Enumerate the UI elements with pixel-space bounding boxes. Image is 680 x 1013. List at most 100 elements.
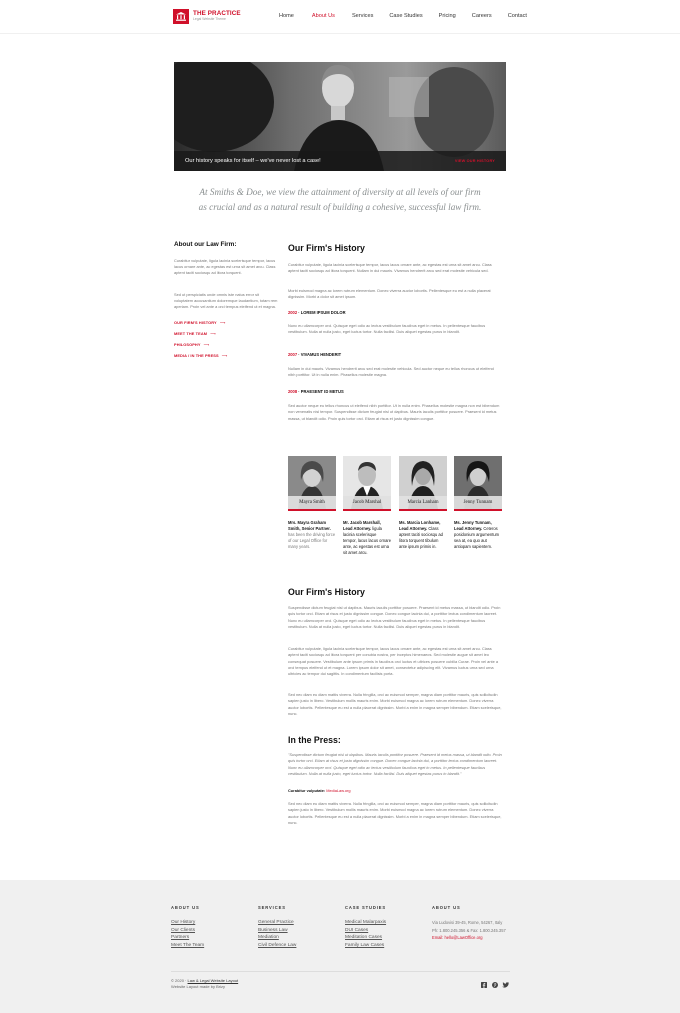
sidebar-title: About our Law Firm: — [174, 241, 237, 248]
facebook-icon[interactable] — [480, 981, 487, 988]
nav-about-us[interactable]: About Us — [312, 13, 335, 19]
press-paragraph: Sed nec diam eu diam mattis viverra. Nul… — [288, 801, 502, 825]
quote-line-2: as crucial and as a natural result of bu… — [198, 202, 482, 212]
footer-heading: ABOUT US — [432, 905, 461, 910]
nav-services[interactable]: Services — [352, 13, 373, 19]
site-footer: ABOUT US Our History Our Clients Partner… — [0, 880, 680, 1013]
nav-home[interactable]: Home — [279, 13, 294, 19]
sidebar-link-team[interactable]: MEET THE TEAM ⟶ — [174, 331, 216, 336]
team-card[interactable]: Mayra Smith — [288, 456, 336, 511]
arrow-right-icon: ⟶ — [219, 320, 226, 325]
footer-link[interactable]: Meditation Cases — [345, 934, 386, 942]
history-paragraph: Sed nec diam eu diam mattis viverra. Nul… — [288, 692, 502, 716]
view-history-link[interactable]: VIEW OUR HISTORY — [455, 159, 495, 163]
history-title-2: Our Firm's History — [288, 587, 365, 597]
timeline-entry-text: Nullam in dui mauris. Vivamus hendrerit … — [288, 366, 494, 378]
card-accent-line — [399, 509, 447, 511]
history-paragraph: Suspendisse dictum feugiat nisl ut dapib… — [288, 605, 501, 629]
footer-col-cases: CASE STUDIES Medical Malarpaxis DUI Case… — [345, 905, 386, 950]
sidebar-link-media[interactable]: MEDIA / IN THE PRESS ⟶ — [174, 353, 227, 358]
pinterest-icon[interactable] — [491, 981, 498, 988]
copyright-link[interactable]: Law & Legal Website Layout — [188, 978, 239, 983]
hero-banner: Our history speaks for itself – we've ne… — [174, 62, 506, 171]
press-source-link[interactable]: MediaLaw.org — [326, 788, 350, 793]
nav-contact[interactable]: Contact — [508, 13, 527, 19]
footer-link[interactable]: Our History — [171, 919, 204, 927]
team-card[interactable]: Jenny Tunnam — [454, 456, 502, 511]
footer-col-contact: ABOUT US Via Ludovisi 39-45, Rome, 54267… — [432, 905, 510, 942]
sidebar-paragraph: Curabitur vulputate, ligula lacinia scel… — [174, 258, 276, 276]
copyright: © 2020 · Law & Legal Website Layout Webs… — [171, 978, 239, 989]
footer-link[interactable]: Medical Malarpaxis — [345, 919, 386, 927]
card-accent-line — [288, 509, 336, 511]
footer-col-about: ABOUT US Our History Our Clients Partner… — [171, 905, 204, 950]
team-name: Marcia Lanham — [399, 496, 447, 509]
footer-link[interactable]: Business Law — [258, 927, 296, 935]
courthouse-icon — [173, 9, 189, 24]
card-accent-line — [343, 509, 391, 511]
footer-link[interactable]: Partners — [171, 934, 204, 942]
main-nav: Home About Us Services Case Studies Pric… — [279, 13, 527, 19]
credit: Website Layout made by Brizy — [171, 984, 225, 989]
timeline-entry-title: 2002 · LOREM IPSUM DOLOR — [288, 310, 346, 315]
press-title: In the Press: — [288, 735, 341, 745]
brand-tagline: Legal Website Theme — [193, 17, 226, 22]
timeline-entry-title: 2007 · VIVAMUS HENDERIT — [288, 352, 342, 357]
team-photo: Marcia Lanham — [399, 456, 447, 509]
timeline-entry-text: Nunc eu ullamcorper orci. Quisque eget o… — [288, 323, 486, 335]
footer-link[interactable]: Meet The Team — [171, 942, 204, 950]
arrow-right-icon: ⟶ — [210, 331, 216, 336]
social-links — [480, 981, 509, 988]
timeline-entry-title: 2008 · PRAESENT ID METUS — [288, 389, 344, 394]
hero-caption: Our history speaks for itself – we've ne… — [185, 158, 321, 164]
arrow-right-icon: ⟶ — [221, 353, 228, 358]
press-quote: "Suspendisse dictum feugiat nisl ut dapi… — [288, 752, 502, 776]
team-photo: Mayra Smith — [288, 456, 336, 509]
sidebar-link-philosophy[interactable]: PHILOSOPHY ⟶ — [174, 342, 209, 347]
team-bio: Ms. Jenny Tunnam, Lead Attorney. Ceteros… — [454, 520, 500, 550]
history-paragraph: Curabitur vulputate, ligula lacinia scel… — [288, 262, 492, 274]
sidebar-link-history[interactable]: OUR FIRM'S HISTORY ⟶ — [174, 320, 225, 325]
twitter-icon[interactable] — [502, 981, 509, 988]
hero-caption-bar: Our history speaks for itself – we've ne… — [174, 151, 506, 171]
intro-quote: At Smiths & Doe, we view the attainment … — [174, 185, 506, 215]
quote-line-1: At Smiths & Doe, we view the attainment … — [199, 187, 481, 197]
timeline-entry-text: Sed auctor neque eu tellus rhoncus ut el… — [288, 403, 500, 421]
team-name: Mayra Smith — [288, 496, 336, 509]
team-name: Jenny Tunnam — [454, 496, 502, 509]
card-accent-line — [454, 509, 502, 511]
logo[interactable]: THE PRACTICE Legal Website Theme — [173, 9, 241, 24]
nav-pricing[interactable]: Pricing — [439, 13, 456, 19]
footer-email[interactable]: Email: hello@LawOffice.org — [432, 934, 510, 942]
footer-heading: SERVICES — [258, 905, 286, 910]
team-card[interactable]: Marcia Lanham — [399, 456, 447, 511]
footer-heading: ABOUT US — [171, 905, 200, 910]
team-bio: Ms. Marcia Lonhame, Lead Attorney. Class… — [399, 520, 443, 550]
team-photo: Jacob Marshal — [343, 456, 391, 509]
footer-divider — [171, 971, 510, 972]
sidebar-paragraph: Sed ut perspiciatis unde omnis iste natu… — [174, 292, 278, 310]
footer-link[interactable]: Family Law Cases — [345, 942, 386, 950]
footer-link[interactable]: Mediation — [258, 934, 296, 942]
nav-case-studies[interactable]: Case Studies — [389, 13, 422, 19]
history-title: Our Firm's History — [288, 243, 365, 253]
footer-phone: Ph: 1.800.245.356 & Fax: 1.800.245.357 — [432, 927, 506, 933]
history-paragraph: Curabitur vulputate, ligula lacinia scel… — [288, 646, 498, 677]
history-paragraph: Morbi euismod magna ac lorem rutrum elem… — [288, 288, 491, 300]
footer-link[interactable]: Our Clients — [171, 927, 204, 935]
footer-link[interactable]: Civil Defence Law — [258, 942, 296, 950]
team-bio: Mrs. Mayra Graham Smith, Senior Partner.… — [288, 520, 336, 550]
team-photo: Jenny Tunnam — [454, 456, 502, 509]
press-source: Curabitur vulputate: MediaLaw.org — [288, 788, 351, 793]
footer-col-services: SERVICES General Practice Business Law M… — [258, 905, 296, 950]
team-name: Jacob Marshal — [343, 496, 391, 509]
arrow-right-icon: ⟶ — [203, 342, 210, 347]
team-card[interactable]: Jacob Marshal — [343, 456, 391, 511]
footer-link[interactable]: General Practice — [258, 919, 296, 927]
team-bio: Mr. Jacob Marshall, Lead Attorney. ligul… — [343, 520, 392, 556]
footer-heading: CASE STUDIES — [345, 905, 387, 910]
footer-address: Via Ludovisi 39-45, Rome, 54267, Italy — [432, 920, 503, 925]
footer-link[interactable]: DUI Cases — [345, 927, 386, 935]
site-header: THE PRACTICE Legal Website Theme Home Ab… — [0, 0, 680, 34]
nav-careers[interactable]: Careers — [472, 13, 492, 19]
